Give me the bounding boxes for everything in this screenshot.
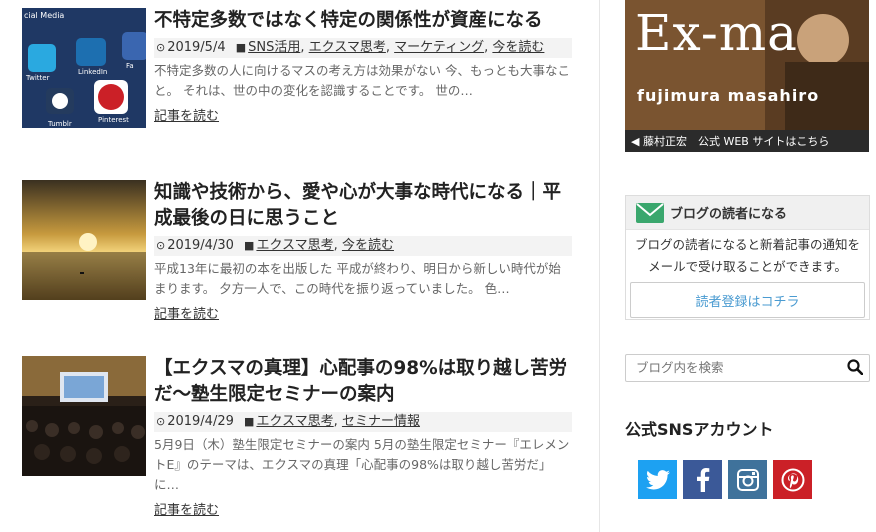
folder-icon: ■ [244,415,255,428]
thumb-label: LinkedIn [78,68,107,76]
post-date: 2019/5/4 [167,40,226,55]
mail-icon [636,202,664,223]
post-title[interactable]: 不特定多数ではなく特定の関係性が資産になる [154,8,572,34]
sns-section-title: 公式SNSアカウント [625,420,774,439]
category-link[interactable]: エクスマ思考 [309,40,386,55]
post-thumbnail[interactable]: cial Media Twitter LinkedIn Fa Pinterest… [22,8,146,128]
reader-box-text: ブログの読者になると新着記事の通知をメールで受け取ることができます。 [634,237,860,274]
twitter-button[interactable] [638,460,677,499]
read-more-link[interactable]: 記事を読む [154,303,219,322]
thumb-label: Pinterest [98,116,129,124]
post-meta: ⊙ 2019/4/29 ■ エクスマ思考, セミナー情報 [154,412,572,432]
clock-icon: ⊙ [156,415,166,428]
category-link[interactable]: エクスマ思考 [256,414,333,429]
post-meta: ⊙ 2019/4/30 ■ エクスマ思考, 今を読む [154,236,572,256]
post-meta: ⊙ 2019/5/4 ■ SNS活用, エクスマ思考, マーケティング, 今を読む [154,38,572,58]
thumb-label: Fa [126,62,134,70]
pinterest-icon [781,468,804,491]
post-excerpt: 平成13年に最初の本を出版した 平成が終わり、明日から新しい時代が始まります。 … [154,261,561,296]
main-content: cial Media Twitter LinkedIn Fa Pinterest… [0,0,600,532]
clock-icon: ⊙ [156,239,166,252]
facebook-icon [696,467,709,492]
post-thumbnail[interactable] [22,356,146,476]
post-body: 不特定多数ではなく特定の関係性が資産になる ⊙ 2019/5/4 ■ SNS活用, … [154,8,572,124]
sidebar: Ex-ma fujimura masahiro ◀ 藤村正宏 公式 WEB サイ… [600,0,876,532]
banner-logo: Ex-ma [635,4,798,62]
category-link[interactable]: SNS活用 [248,40,300,55]
seminar-image [22,356,146,476]
search-icon[interactable] [847,359,863,375]
post-body: 【エクスマの真理】心配事の98%は取り越し苦労だ〜塾生限定セミナーの案内 ⊙ 20… [154,356,572,518]
folder-icon: ■ [244,239,255,252]
read-more-link[interactable]: 記事を読む [154,499,219,518]
category-link[interactable]: 今を読む [492,40,544,55]
thumb-label: cial Media [24,11,64,20]
post-date: 2019/4/30 [167,238,234,253]
sunset-image [22,180,146,300]
folder-icon: ■ [235,41,247,54]
reader-box-header: ブログの読者になる [626,196,869,230]
post-date: 2019/4/29 [167,414,234,429]
blog-reader-box: ブログの読者になる ブログの読者になると新着記事の通知をメールで受け取ることがで… [625,195,870,320]
blog-search [625,354,870,382]
post-title[interactable]: 知識や技術から、愛や心が大事な時代になる｜平成最後の日に思うこと [154,180,572,232]
banner-name: fujimura masahiro [637,86,820,105]
post-excerpt: 5月9日（木）塾生限定セミナーの案内 5月の塾生限定セミナー『エレメントE』のテ… [154,437,570,492]
category-link[interactable]: マーケティング [394,40,484,55]
thumb-label: Twitter [25,74,50,82]
facebook-button[interactable] [683,460,722,499]
pinterest-button[interactable] [773,460,812,499]
read-more-link[interactable]: 記事を読む [154,105,219,124]
post-thumbnail[interactable] [22,180,146,300]
category-link[interactable]: セミナー情報 [342,414,420,429]
post-excerpt: 不特定多数の人に向けるマスの考え方は効果がない 今、もっとも大事なこと。 それは… [154,63,570,98]
category-link[interactable]: 今を読む [342,238,394,253]
reader-box-title: ブログの読者になる [670,207,788,222]
search-input[interactable] [634,359,843,376]
thumb-label: Tumblr [47,120,72,128]
reader-subscribe-button[interactable]: 読者登録はコチラ [630,282,865,318]
post-body: 知識や技術から、愛や心が大事な時代になる｜平成最後の日に思うこと ⊙ 2019/4… [154,180,572,322]
instagram-icon [736,468,759,491]
instagram-button[interactable] [728,460,767,499]
clock-icon: ⊙ [156,41,166,54]
social-apps-image: cial Media Twitter LinkedIn Fa Pinterest… [22,8,146,128]
post-title[interactable]: 【エクスマの真理】心配事の98%は取り越し苦労だ〜塾生限定セミナーの案内 [154,356,572,408]
banner-caption: ◀ 藤村正宏 公式 WEB サイトはこちら [631,135,830,148]
twitter-icon [645,469,670,489]
category-link[interactable]: エクスマ思考 [256,238,333,253]
profile-banner[interactable]: Ex-ma fujimura masahiro ◀ 藤村正宏 公式 WEB サイ… [625,0,869,152]
